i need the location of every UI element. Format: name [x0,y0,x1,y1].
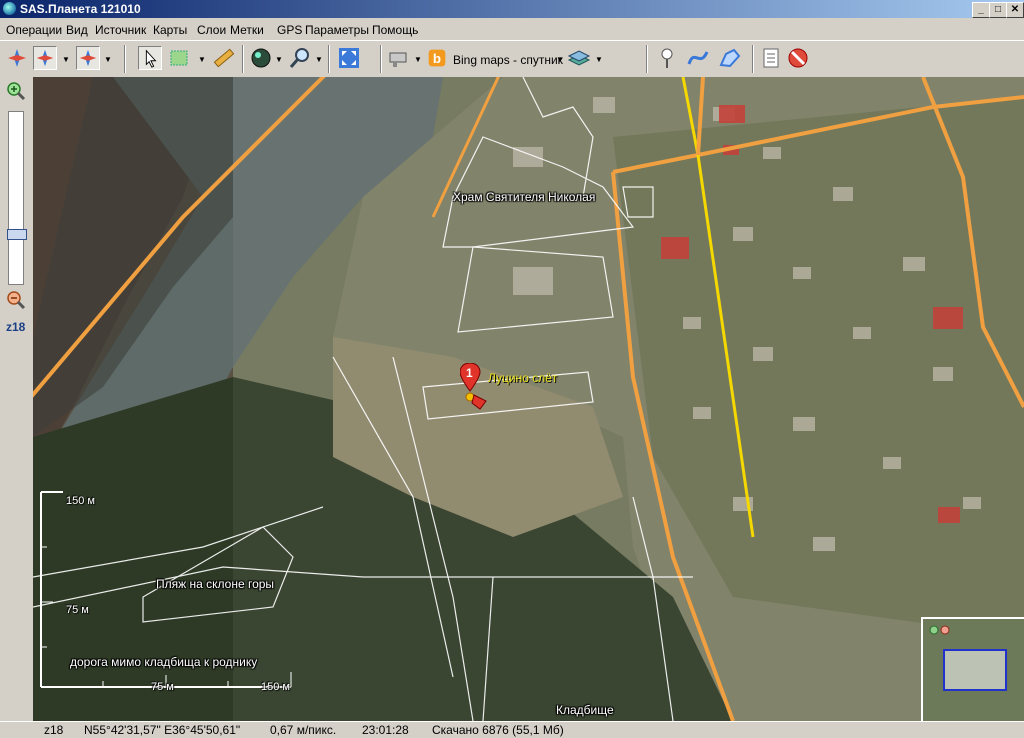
scale-label-v75: 75 м [66,604,89,616]
status-time: 23:01:28 [362,723,409,737]
mini-map[interactable] [921,617,1024,721]
toolbar: ▼ ▼ ▼ ▼ ▼ ▼ b Bing maps - спутник ▼ ▼ [0,40,1024,78]
placemark-icon[interactable] [460,363,490,413]
zoom-slider-thumb[interactable] [7,229,27,240]
minimize-button[interactable]: _ [972,2,990,18]
menu-bar: Операции Вид Источник Карты Слои Метки G… [0,19,1024,39]
map-label-church[interactable]: Храм Святителя Николая [453,190,595,204]
fullscreen-icon[interactable] [337,46,361,70]
zoom-in-icon[interactable] [6,81,26,101]
title-bar: SAS.Планета 121010 _ □ ✕ [0,0,1024,18]
navigation-pressed-icon[interactable] [33,46,57,70]
toolbar-separator [646,45,648,73]
chevron-down-icon[interactable]: ▼ [556,55,564,64]
map-view[interactable]: Храм Святителя Николая 1 Луцино слёт Пля… [33,77,1024,721]
navigation-tool-icon[interactable] [5,46,29,70]
chevron-down-icon[interactable]: ▼ [414,55,422,64]
hide-marks-icon[interactable] [786,46,810,70]
map-label-cemetery[interactable]: Кладбище [556,703,614,717]
close-button[interactable]: ✕ [1006,2,1024,18]
toolbar-separator [124,45,126,73]
menu-parameters[interactable]: Параметры [305,23,369,37]
add-polygon-icon[interactable] [718,46,742,70]
menu-marks[interactable]: Метки [230,23,264,37]
minimap-zoom-icon[interactable] [929,624,951,636]
map-source-selector[interactable]: Bing maps - спутник [453,53,563,67]
app-globe-icon [3,2,16,15]
zoom-sidebar: z18 [0,77,33,721]
scale-ruler [40,491,292,688]
status-zoom: z18 [44,723,64,737]
zoom-level-label: z18 [6,320,26,334]
placemark-number: 1 [466,366,473,380]
menu-gps[interactable]: GPS [277,23,302,37]
chevron-down-icon[interactable]: ▼ [104,55,112,64]
marks-list-icon[interactable] [759,46,783,70]
add-placemark-icon[interactable] [655,46,679,70]
bing-logo-icon[interactable]: b [427,46,447,70]
toolbar-separator [242,45,244,73]
scale-label-h75: 75 м [151,681,174,693]
status-bar: z18 N55°42'31,57" E36°45'50,61" 0,67 м/п… [0,721,1024,738]
menu-layers[interactable]: Слои [197,23,226,37]
status-resolution: 0,67 м/пикс. [270,723,337,737]
zoom-slider[interactable] [8,111,24,285]
globe-icon[interactable] [249,46,273,70]
satellite-dish-icon[interactable] [387,46,411,70]
select-area-icon[interactable] [168,46,192,70]
toolbar-separator [328,45,330,73]
menu-view[interactable]: Вид [66,23,88,37]
status-downloaded: Скачано 6876 (55,1 Мб) [432,723,564,737]
menu-help[interactable]: Помощь [372,23,418,37]
pointer-tool-icon[interactable] [138,46,162,70]
toolbar-separator [380,45,382,73]
chevron-down-icon[interactable]: ▼ [198,55,206,64]
status-coordinates: N55°42'31,57" E36°45'50,61" [84,723,241,737]
window-title: SAS.Планета 121010 [20,2,141,16]
layers-icon[interactable] [567,46,591,70]
chevron-down-icon[interactable]: ▼ [315,55,323,64]
map-label-placemark[interactable]: Луцино слёт [488,371,557,385]
search-icon[interactable] [288,46,312,70]
scale-label-v150: 150 м [66,495,95,507]
chevron-down-icon[interactable]: ▼ [275,55,283,64]
add-path-icon[interactable] [686,46,710,70]
minimap-viewport[interactable] [943,649,1007,691]
zoom-out-icon[interactable] [6,290,26,310]
menu-source[interactable]: Источник [95,23,146,37]
toolbar-separator [752,45,754,73]
move-tool-icon[interactable] [76,46,100,70]
maximize-button[interactable]: □ [989,2,1007,18]
chevron-down-icon[interactable]: ▼ [595,55,603,64]
chevron-down-icon[interactable]: ▼ [62,55,70,64]
menu-operations[interactable]: Операции [6,23,62,37]
menu-maps[interactable]: Карты [153,23,187,37]
scale-label-h150: 150 м [261,681,290,693]
svg-text:b: b [433,51,441,66]
ruler-icon[interactable] [212,46,236,70]
